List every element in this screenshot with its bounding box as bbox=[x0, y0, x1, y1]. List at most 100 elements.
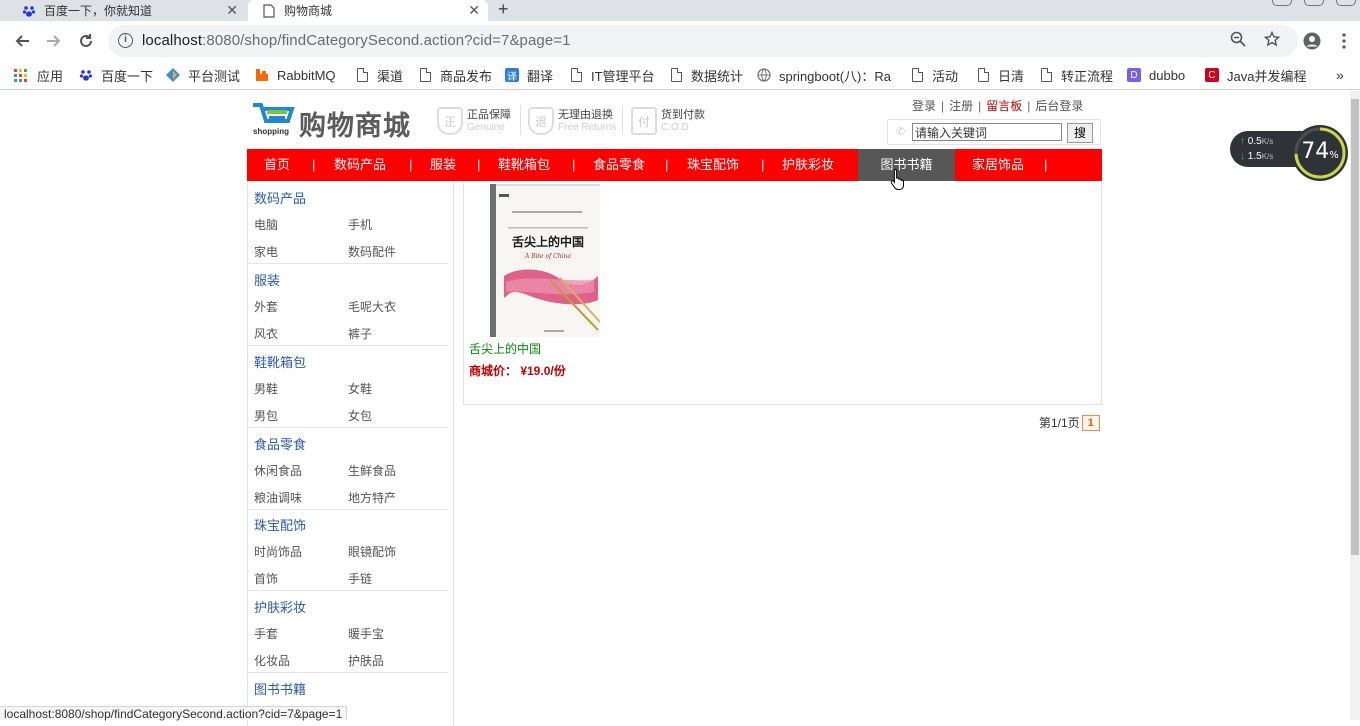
bookmark-dubbo[interactable]: D dubbo bbox=[1127, 66, 1185, 84]
subcategory-link[interactable]: 裤子 bbox=[348, 325, 372, 342]
scrollbar-thumb[interactable] bbox=[1351, 99, 1359, 555]
subcategory-link[interactable]: 时尚饰品 bbox=[254, 543, 302, 560]
bookmark-data-stats[interactable]: 数据统计 bbox=[671, 66, 743, 84]
maximize-icon[interactable] bbox=[1304, 0, 1324, 6]
subcategory-link[interactable]: 男鞋 bbox=[254, 380, 278, 397]
bookmark-it-platform[interactable]: IT管理平台 bbox=[571, 66, 655, 84]
admin-login-link[interactable]: 后台登录 bbox=[1035, 99, 1083, 113]
nav-home-decor[interactable]: 家居饰品 bbox=[965, 149, 1031, 181]
category-title[interactable]: 图书书籍 bbox=[254, 679, 306, 698]
close-tab-icon[interactable]: ✕ bbox=[226, 2, 238, 19]
bookmark-star-icon[interactable] bbox=[1263, 30, 1281, 52]
subcategory-link[interactable]: 外套 bbox=[254, 298, 278, 315]
site-logo[interactable]: shopping 购物商城 bbox=[251, 101, 421, 142]
bookmark-activity[interactable]: 活动 bbox=[912, 66, 958, 84]
document-icon bbox=[571, 68, 582, 82]
promise-returns: 退 无理由退换 Free Returns bbox=[528, 105, 616, 137]
subcategory-link[interactable]: 眼镜配饰 bbox=[348, 543, 396, 560]
nav-shoes-bags[interactable]: 鞋靴箱包 bbox=[491, 149, 557, 181]
subcategory-link[interactable]: 男包 bbox=[254, 407, 278, 424]
subcategory-link[interactable]: 化妆品 bbox=[254, 652, 290, 669]
bookmark-apps[interactable]: 应用 bbox=[14, 66, 63, 84]
bookmark-java-concurrency[interactable]: C Java并发编程 bbox=[1205, 66, 1306, 84]
subcategory-link[interactable]: 手链 bbox=[348, 570, 372, 587]
subcategory-link[interactable]: 毛呢大衣 bbox=[348, 298, 396, 315]
promise-cod: 付 货到付款 C.O.D bbox=[631, 105, 705, 137]
bookmark-product-publish[interactable]: 商品发布 bbox=[420, 66, 492, 84]
category-title[interactable]: 食品零食 bbox=[254, 434, 306, 453]
more-bookmarks-icon[interactable]: » bbox=[1336, 66, 1344, 84]
window-close-icon[interactable] bbox=[1336, 0, 1356, 6]
page-content: shopping 购物商城 正 正品保障 Genuine 退 无理由退换 Free … bbox=[0, 91, 1350, 726]
category-title[interactable]: 服装 bbox=[254, 270, 280, 289]
category-title[interactable]: 鞋靴箱包 bbox=[254, 352, 306, 371]
register-link[interactable]: 注册 bbox=[949, 99, 973, 113]
category-title[interactable]: 珠宝配饰 bbox=[254, 515, 306, 534]
document-icon bbox=[1041, 68, 1052, 82]
menu-kebab-icon[interactable] bbox=[1332, 29, 1356, 53]
subcategory-link[interactable]: 粮油调味 bbox=[254, 489, 302, 506]
browser-toolbar: i localhost:8080/shop/findCategorySecond… bbox=[0, 21, 1360, 61]
nav-clothing[interactable]: 服装 bbox=[423, 149, 463, 181]
page-number[interactable]: 1 bbox=[1081, 414, 1100, 431]
new-tab-icon[interactable]: + bbox=[498, 0, 509, 20]
guestbook-link[interactable]: 留言板 bbox=[986, 99, 1022, 113]
divider bbox=[622, 105, 623, 135]
subcategory-link[interactable]: 家电 bbox=[254, 243, 278, 260]
baidu-paw-icon bbox=[79, 68, 93, 82]
category-title[interactable]: 数码产品 bbox=[254, 188, 306, 207]
product-name-link[interactable]: 舌尖上的中国 bbox=[469, 340, 541, 357]
vertical-scrollbar[interactable] bbox=[1350, 91, 1360, 720]
address-bar[interactable]: i localhost:8080/shop/findCategorySecond… bbox=[108, 25, 1298, 57]
bookmark-translate[interactable]: 译 翻译 bbox=[505, 66, 553, 84]
nav-jewelry[interactable]: 珠宝配饰 bbox=[679, 149, 747, 181]
translate-icon: 译 bbox=[505, 68, 519, 83]
subcategory-link[interactable]: 数码配件 bbox=[348, 243, 396, 260]
network-monitor-widget[interactable]: ↑ 0.5K/s ↓ 1.5K/s 74% bbox=[1230, 125, 1348, 181]
bookmarks-bar: 应用 百度一下 平台测试 RabbitMQ 渠道 商品发布 译 翻译 IT管理平… bbox=[0, 61, 1360, 90]
nav-cosmetics[interactable]: 护肤彩妆 bbox=[775, 149, 841, 181]
bookmark-platform-test[interactable]: 平台测试 bbox=[166, 66, 240, 84]
page-info: 第1/1页 bbox=[1039, 416, 1080, 430]
minimize-icon[interactable] bbox=[1272, 0, 1292, 6]
nav-books[interactable]: 图书书籍 bbox=[858, 149, 955, 181]
bookmark-springboot[interactable]: springboot(八)：Ra bbox=[757, 66, 891, 84]
forward-arrow-icon[interactable] bbox=[42, 29, 66, 53]
bookmark-channel[interactable]: 渠道 bbox=[357, 66, 403, 84]
tab-baidu[interactable]: 百度一下，你就知道 ✕ bbox=[14, 0, 246, 21]
profile-avatar-icon[interactable] bbox=[1300, 29, 1324, 53]
bookmark-baidu[interactable]: 百度一下 bbox=[79, 66, 153, 84]
nav-food[interactable]: 食品零食 bbox=[585, 149, 653, 181]
nav-digital[interactable]: 数码产品 bbox=[325, 149, 395, 181]
subcategory-link[interactable]: 女鞋 bbox=[348, 380, 372, 397]
reload-icon[interactable] bbox=[74, 29, 98, 53]
diamond-icon bbox=[166, 68, 180, 82]
info-icon[interactable]: i bbox=[118, 33, 133, 48]
subcategory-link[interactable]: 护肤品 bbox=[348, 652, 384, 669]
subcategory-link[interactable]: 地方特产 bbox=[348, 489, 396, 506]
nav-home[interactable]: 首页 bbox=[247, 149, 307, 181]
subcategory-link[interactable]: 风衣 bbox=[254, 325, 278, 342]
zoom-icon[interactable] bbox=[1230, 31, 1246, 52]
bookmark-daily[interactable]: 日清 bbox=[978, 66, 1024, 84]
subcategory-link[interactable]: 手套 bbox=[254, 625, 278, 642]
subcategory-link[interactable]: 休闲食品 bbox=[254, 462, 302, 479]
tab-shop[interactable]: 购物商城 ✕ bbox=[248, 0, 488, 21]
subcategory-link[interactable]: 电脑 bbox=[254, 216, 278, 233]
close-tab-icon[interactable]: ✕ bbox=[468, 2, 480, 19]
subcategory-link[interactable]: 暖手宝 bbox=[348, 625, 384, 642]
product-image[interactable]: 舌尖上的中国 A Bite of China bbox=[490, 184, 600, 337]
subcategory-link[interactable]: 生鲜食品 bbox=[348, 462, 396, 479]
subcategory-link[interactable]: 首饰 bbox=[254, 570, 278, 587]
search-input[interactable] bbox=[912, 123, 1062, 141]
search-button[interactable]: 搜 bbox=[1067, 123, 1093, 143]
document-icon bbox=[912, 68, 923, 82]
memory-gauge: 74% bbox=[1292, 125, 1348, 181]
back-arrow-icon[interactable] bbox=[10, 29, 34, 53]
bookmark-rabbitmq[interactable]: RabbitMQ bbox=[255, 66, 336, 84]
subcategory-link[interactable]: 女包 bbox=[348, 407, 372, 424]
bookmark-onboarding[interactable]: 转正流程 bbox=[1041, 66, 1113, 84]
category-title[interactable]: 护肤彩妆 bbox=[254, 597, 306, 616]
login-link[interactable]: 登录 bbox=[912, 99, 936, 113]
subcategory-link[interactable]: 手机 bbox=[348, 216, 372, 233]
